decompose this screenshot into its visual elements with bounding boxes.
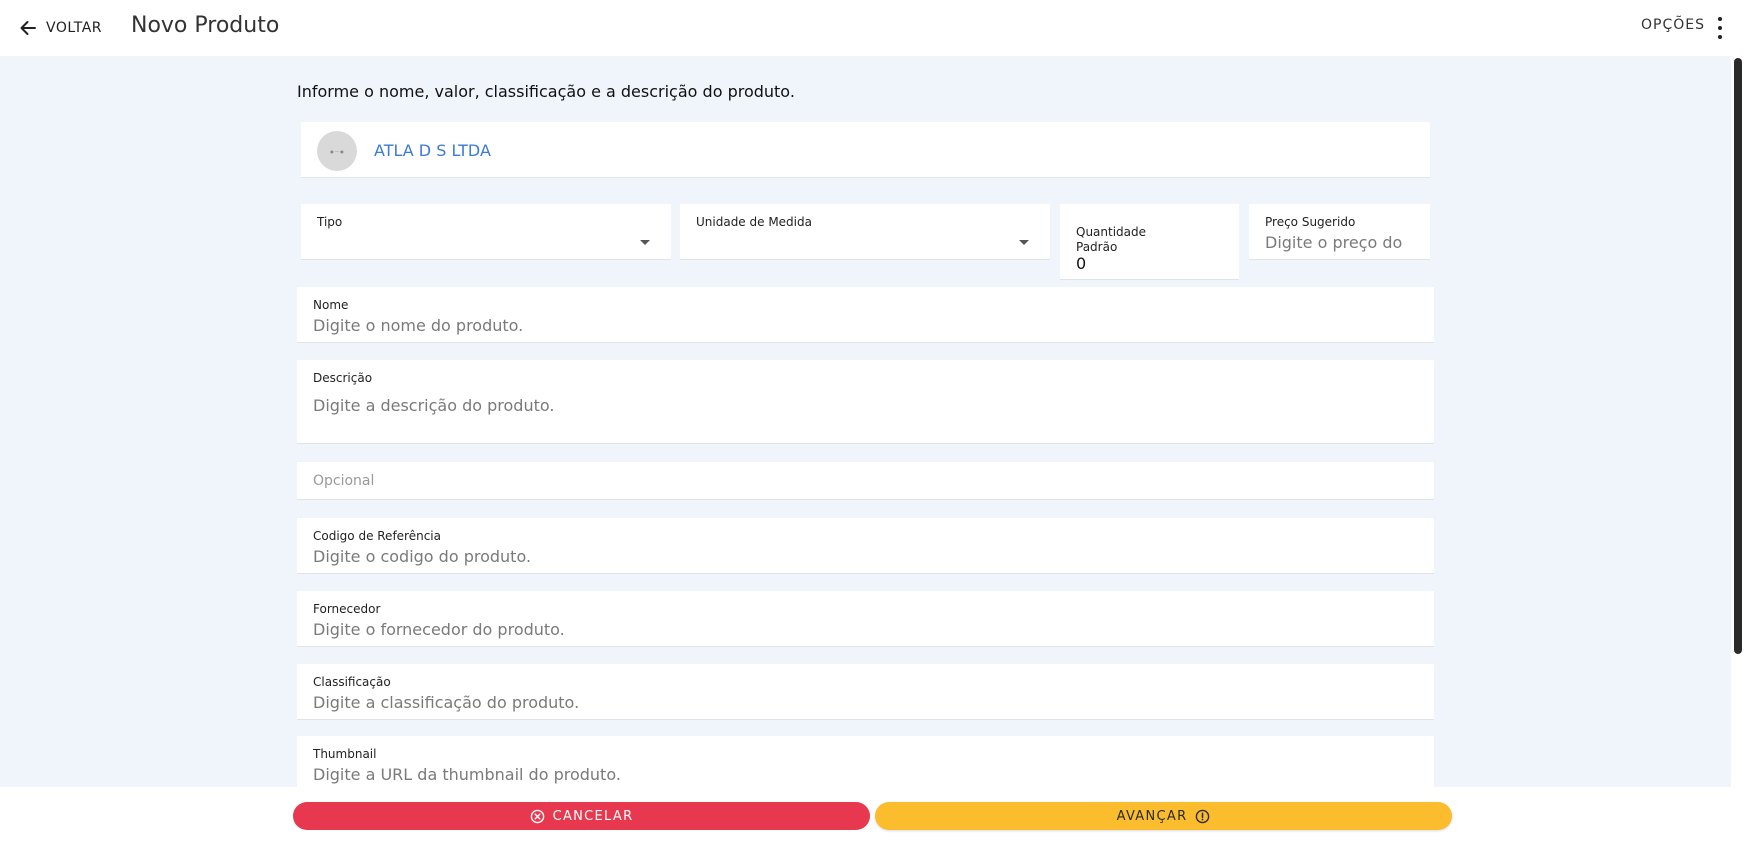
codigo-referencia-input: Digite o codigo do produto. [313, 547, 532, 566]
back-button-label: VOLTAR [46, 20, 102, 36]
chevron-down-icon [1019, 240, 1029, 245]
classificacao-field[interactable]: Classificação Digite a classificação do … [297, 664, 1434, 720]
unidade-medida-select[interactable]: Unidade de Medida [680, 204, 1050, 260]
descricao-field[interactable]: Descrição Digite a descrição do produto. [297, 360, 1434, 444]
company-avatar: ● — ● [317, 131, 357, 171]
classificacao-input: Digite a classificação do produto. [313, 693, 580, 712]
quantidade-padrao-field[interactable]: Quantidade Padrão 0 [1060, 204, 1239, 280]
thumbnail-input: Digite a URL da thumbnail do produto. [313, 765, 621, 784]
company-selector[interactable]: ● — ● ATLA D S LTDA [301, 122, 1430, 178]
options-button[interactable]: OPÇÕES [1641, 17, 1705, 33]
preco-sugerido-input: Digite o preço do [1265, 233, 1403, 252]
back-button[interactable]: VOLTAR [18, 16, 102, 40]
codigo-referencia-field[interactable]: Codigo de Referência Digite o codigo do … [297, 518, 1434, 574]
tipo-select[interactable]: Tipo [301, 204, 671, 260]
page-title: Novo Produto [131, 13, 280, 38]
fornecedor-field[interactable]: Fornecedor Digite o fornecedor do produt… [297, 591, 1434, 647]
cancel-button-label: CANCELAR [552, 808, 634, 824]
company-name: ATLA D S LTDA [374, 141, 491, 160]
form-instructions: Informe o nome, valor, classificação e a… [297, 82, 795, 101]
scrollbar-thumb[interactable] [1734, 58, 1742, 654]
thumbnail-label: Thumbnail [313, 747, 377, 761]
nome-label: Nome [313, 298, 349, 312]
info-circle-icon [1196, 809, 1210, 823]
next-button-label: AVANÇAR [1116, 808, 1188, 824]
arrow-left-icon [20, 21, 36, 35]
opcional-field[interactable]: Opcional [297, 462, 1434, 500]
nome-field[interactable]: Nome Digite o nome do produto. [297, 287, 1434, 343]
tipo-label: Tipo [317, 215, 343, 229]
nome-input: Digite o nome do produto. [313, 316, 524, 335]
thumbnail-field[interactable]: Thumbnail Digite a URL da thumbnail do p… [297, 736, 1434, 792]
fornecedor-input: Digite o fornecedor do produto. [313, 620, 565, 639]
quantidade-padrao-label: Quantidade Padrão [1076, 225, 1147, 254]
more-vert-icon[interactable] [1717, 17, 1723, 39]
page-scrollbar[interactable] [1731, 56, 1745, 787]
unidade-medida-label: Unidade de Medida [696, 215, 812, 229]
chevron-down-icon [640, 240, 650, 245]
preco-sugerido-field[interactable]: Preço Sugerido Digite o preço do [1249, 204, 1430, 260]
descricao-label: Descrição [313, 371, 373, 385]
next-button[interactable]: AVANÇAR [875, 802, 1452, 830]
classificacao-label: Classificação [313, 675, 391, 689]
top-app-bar: VOLTAR Novo Produto OPÇÕES [0, 0, 1745, 56]
codigo-referencia-label: Codigo de Referência [313, 529, 441, 543]
fornecedor-label: Fornecedor [313, 602, 381, 616]
preco-sugerido-label: Preço Sugerido [1265, 215, 1356, 229]
cancel-circle-icon [530, 809, 544, 823]
opcional-input: Opcional [313, 473, 375, 489]
cancel-button[interactable]: CANCELAR [293, 802, 870, 830]
action-footer [0, 787, 1745, 844]
quantidade-padrao-value: 0 [1076, 254, 1087, 273]
descricao-textarea: Digite a descrição do produto. [313, 396, 555, 415]
